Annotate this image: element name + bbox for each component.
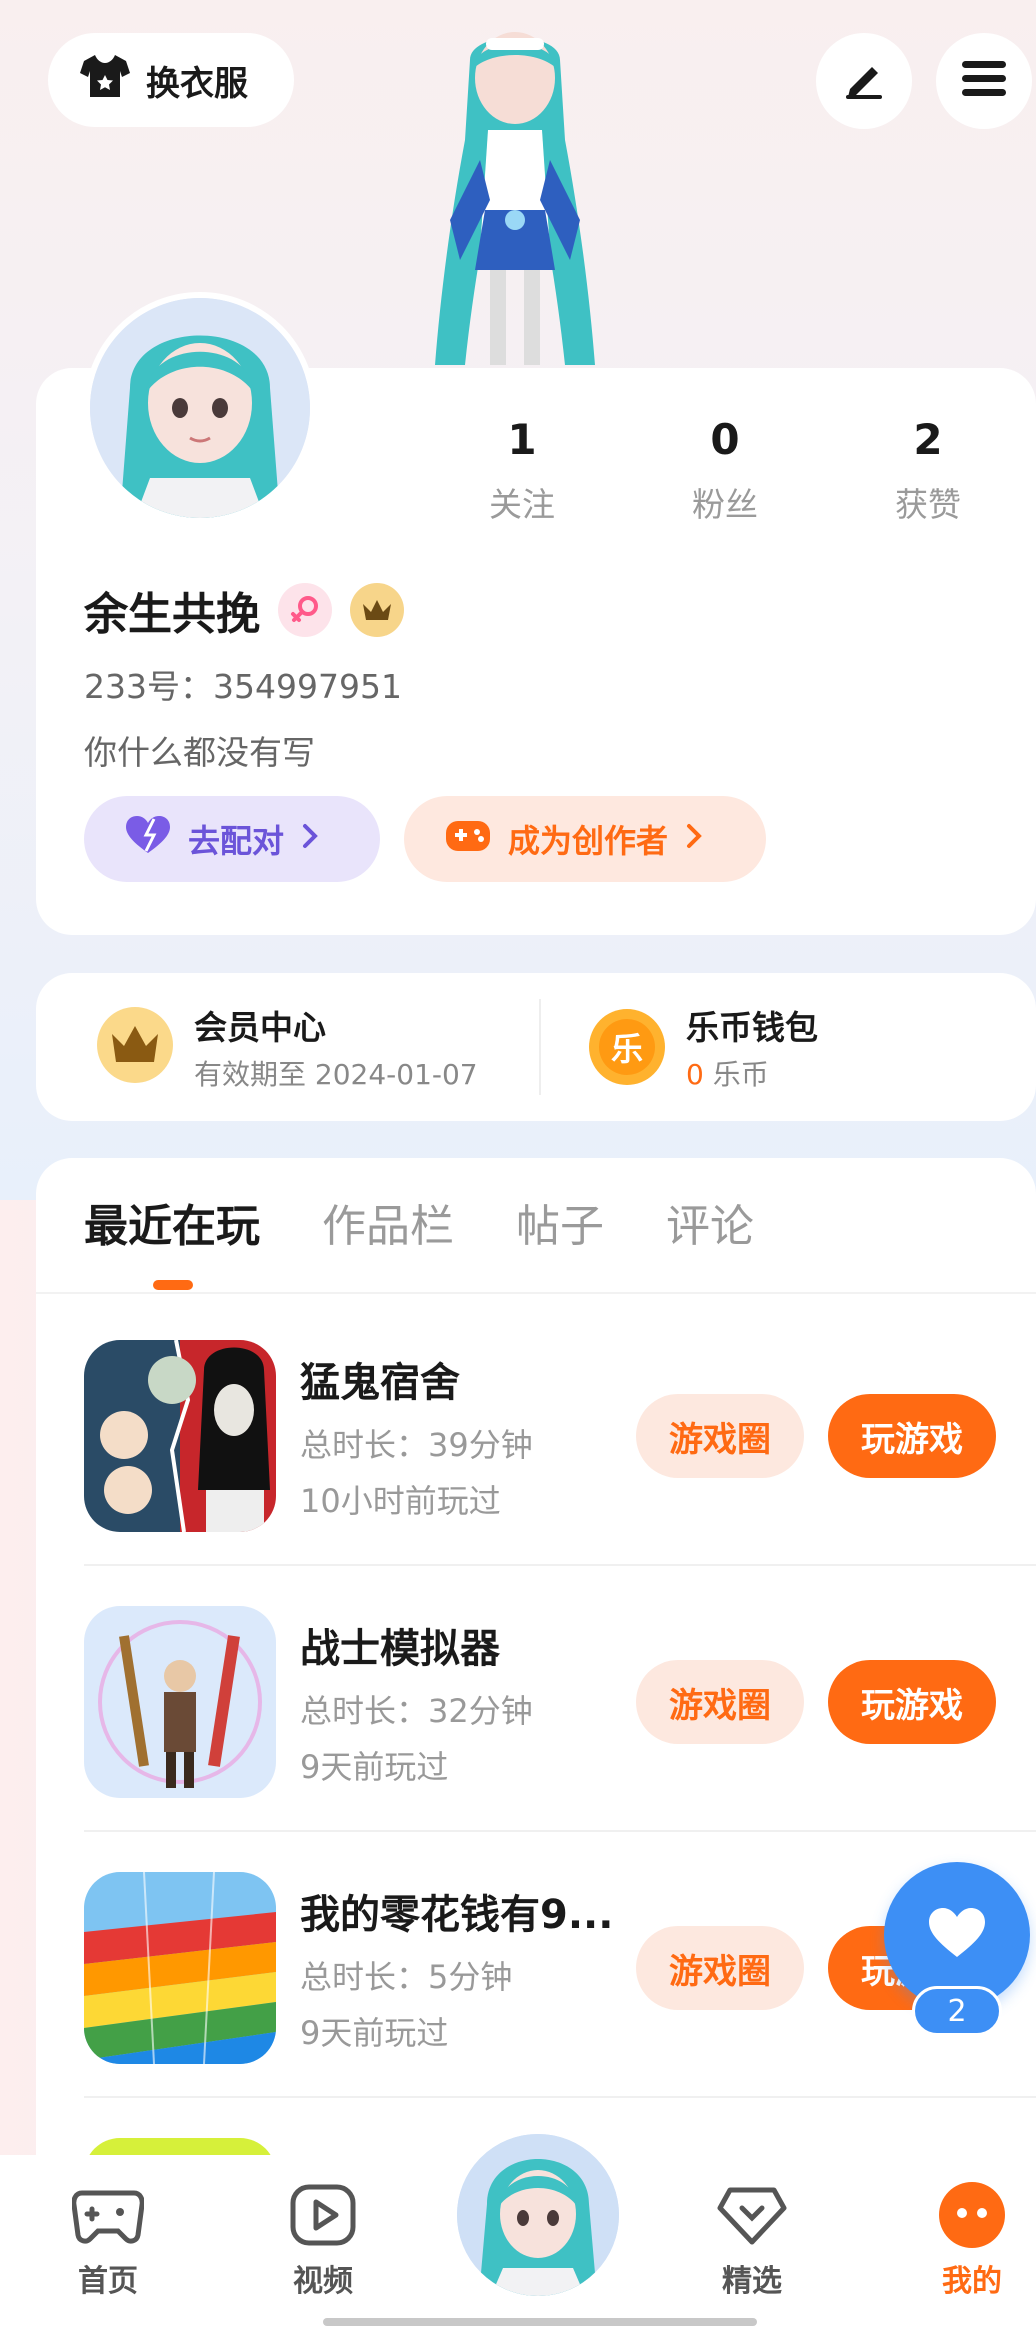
user-id: 233号：354997951 — [84, 667, 402, 706]
game-duration: 总时长：39分钟 — [300, 1426, 533, 1464]
wallet-entry[interactable]: 乐 乐币钱包 0 乐币 — [588, 973, 818, 1121]
coin-icon: 乐 — [588, 1008, 666, 1086]
nav-video[interactable]: 视频 — [263, 2180, 383, 2300]
wallet-title: 乐币钱包 — [686, 1008, 818, 1047]
tab-posts[interactable]: 帖子 — [516, 1190, 604, 1254]
tab-works[interactable]: 作品栏 — [322, 1190, 454, 1254]
stat-likes[interactable]: 2 获赞 — [858, 415, 998, 526]
avatar[interactable] — [84, 292, 316, 524]
chevron-right-icon — [300, 820, 320, 858]
game-circle-button[interactable]: 游戏圈 — [636, 1926, 804, 2010]
play-game-button[interactable]: 玩游戏 — [828, 1660, 996, 1744]
stat-following[interactable]: 1 关注 — [452, 415, 592, 526]
game-icon — [84, 1606, 276, 1798]
game-last-played: 9天前玩过 — [300, 1748, 449, 1786]
become-creator-label: 成为创作者 — [508, 822, 669, 860]
nav-featured-label: 精选 — [722, 2264, 782, 2299]
member-center-title: 会员中心 — [194, 1008, 326, 1047]
game-last-played: 10小时前玩过 — [300, 1482, 501, 1520]
divider — [539, 999, 541, 1095]
nav-home[interactable]: 首页 — [48, 2180, 168, 2300]
game-icon — [84, 1340, 276, 1532]
game-circle-button[interactable]: 游戏圈 — [636, 1660, 804, 1744]
nav-featured[interactable]: 精选 — [692, 2180, 812, 2300]
heart-icon — [927, 1907, 987, 1963]
change-outfit-button[interactable]: 换衣服 — [48, 33, 294, 127]
become-creator-button[interactable]: 成为创作者 — [404, 796, 766, 882]
shirt-icon — [78, 49, 132, 112]
stat-likes-count: 2 — [913, 415, 943, 464]
game-icon — [84, 1872, 276, 2064]
game-duration: 总时长：32分钟 — [300, 1692, 533, 1730]
crown-icon — [96, 1006, 174, 1088]
game-duration: 总时长：5分钟 — [300, 1958, 513, 1996]
list-item[interactable]: 猛鬼宿舍 总时长：39分钟 10小时前玩过 游戏圈 玩游戏 — [84, 1300, 1036, 1566]
nav-home-label: 首页 — [78, 2264, 138, 2299]
stat-likes-label: 获赞 — [895, 485, 961, 524]
stat-following-count: 1 — [507, 415, 537, 464]
nav-avatar-button[interactable] — [453, 2130, 623, 2300]
change-outfit-label: 换衣服 — [146, 63, 248, 104]
nav-video-label: 视频 — [293, 2264, 353, 2299]
profile-face-icon — [912, 2180, 1032, 2250]
list-item[interactable]: 战士模拟器 总时长：32分钟 9天前玩过 游戏圈 玩游戏 — [84, 1566, 1036, 1832]
hamburger-menu-icon — [960, 59, 1008, 103]
gamepad-icon — [444, 815, 492, 863]
like-count-badge: 2 — [912, 1986, 1002, 2036]
pencil-icon — [840, 55, 888, 107]
gamepad-icon — [48, 2180, 168, 2250]
divider — [84, 2096, 1036, 2098]
heart-icon — [124, 815, 172, 863]
profile-tabs: 最近在玩 作品栏 帖子 评论 — [84, 1190, 754, 1254]
tab-comments[interactable]: 评论 — [666, 1190, 754, 1254]
active-tab-indicator — [153, 1280, 193, 1290]
wallet-amount: 0 — [686, 1058, 704, 1091]
game-title: 战士模拟器 — [300, 1626, 500, 1672]
member-center-entry[interactable]: 会员中心 有效期至 2024-01-07 — [96, 973, 478, 1121]
username-row: 余生共挽 — [84, 578, 404, 642]
nav-me-label: 我的 — [942, 2264, 1002, 2299]
game-circle-button[interactable]: 游戏圈 — [636, 1394, 804, 1478]
game-title: 我的零花钱有9... — [300, 1892, 614, 1938]
divider — [36, 1292, 1036, 1294]
stat-followers-count: 0 — [710, 415, 740, 464]
game-title: 猛鬼宿舍 — [300, 1360, 460, 1406]
user-bio: 你什么都没有写 — [84, 733, 315, 772]
coin-icon-glyph: 乐 — [610, 1030, 643, 1068]
edit-profile-button[interactable] — [816, 33, 912, 129]
character-model[interactable] — [390, 20, 640, 370]
match-button[interactable]: 去配对 — [84, 796, 380, 882]
chevron-right-icon — [684, 820, 704, 858]
menu-button[interactable] — [936, 33, 1032, 129]
tab-recently-played[interactable]: 最近在玩 — [84, 1190, 260, 1254]
play-icon — [263, 2180, 383, 2250]
crown-badge-icon[interactable] — [350, 583, 404, 637]
nav-me[interactable]: 我的 — [912, 2180, 1032, 2300]
wallet-unit: 乐币 — [712, 1058, 769, 1091]
member-expiry: 有效期至 2024-01-07 — [194, 1058, 478, 1091]
play-game-button[interactable]: 玩游戏 — [828, 1394, 996, 1478]
stat-followers-label: 粉丝 — [692, 485, 758, 524]
game-last-played: 9天前玩过 — [300, 2014, 449, 2052]
stat-followers[interactable]: 0 粉丝 — [655, 415, 795, 526]
home-indicator — [323, 2318, 757, 2326]
username: 余生共挽 — [84, 589, 260, 640]
membership-wallet-card: 会员中心 有效期至 2024-01-07 乐 乐币钱包 0 乐币 — [36, 973, 1036, 1121]
match-button-label: 去配对 — [188, 822, 285, 860]
heart-shield-icon — [692, 2180, 812, 2250]
female-gender-icon — [278, 583, 332, 637]
wallet-balance: 0 乐币 — [686, 1053, 818, 1093]
stat-following-label: 关注 — [489, 485, 555, 524]
